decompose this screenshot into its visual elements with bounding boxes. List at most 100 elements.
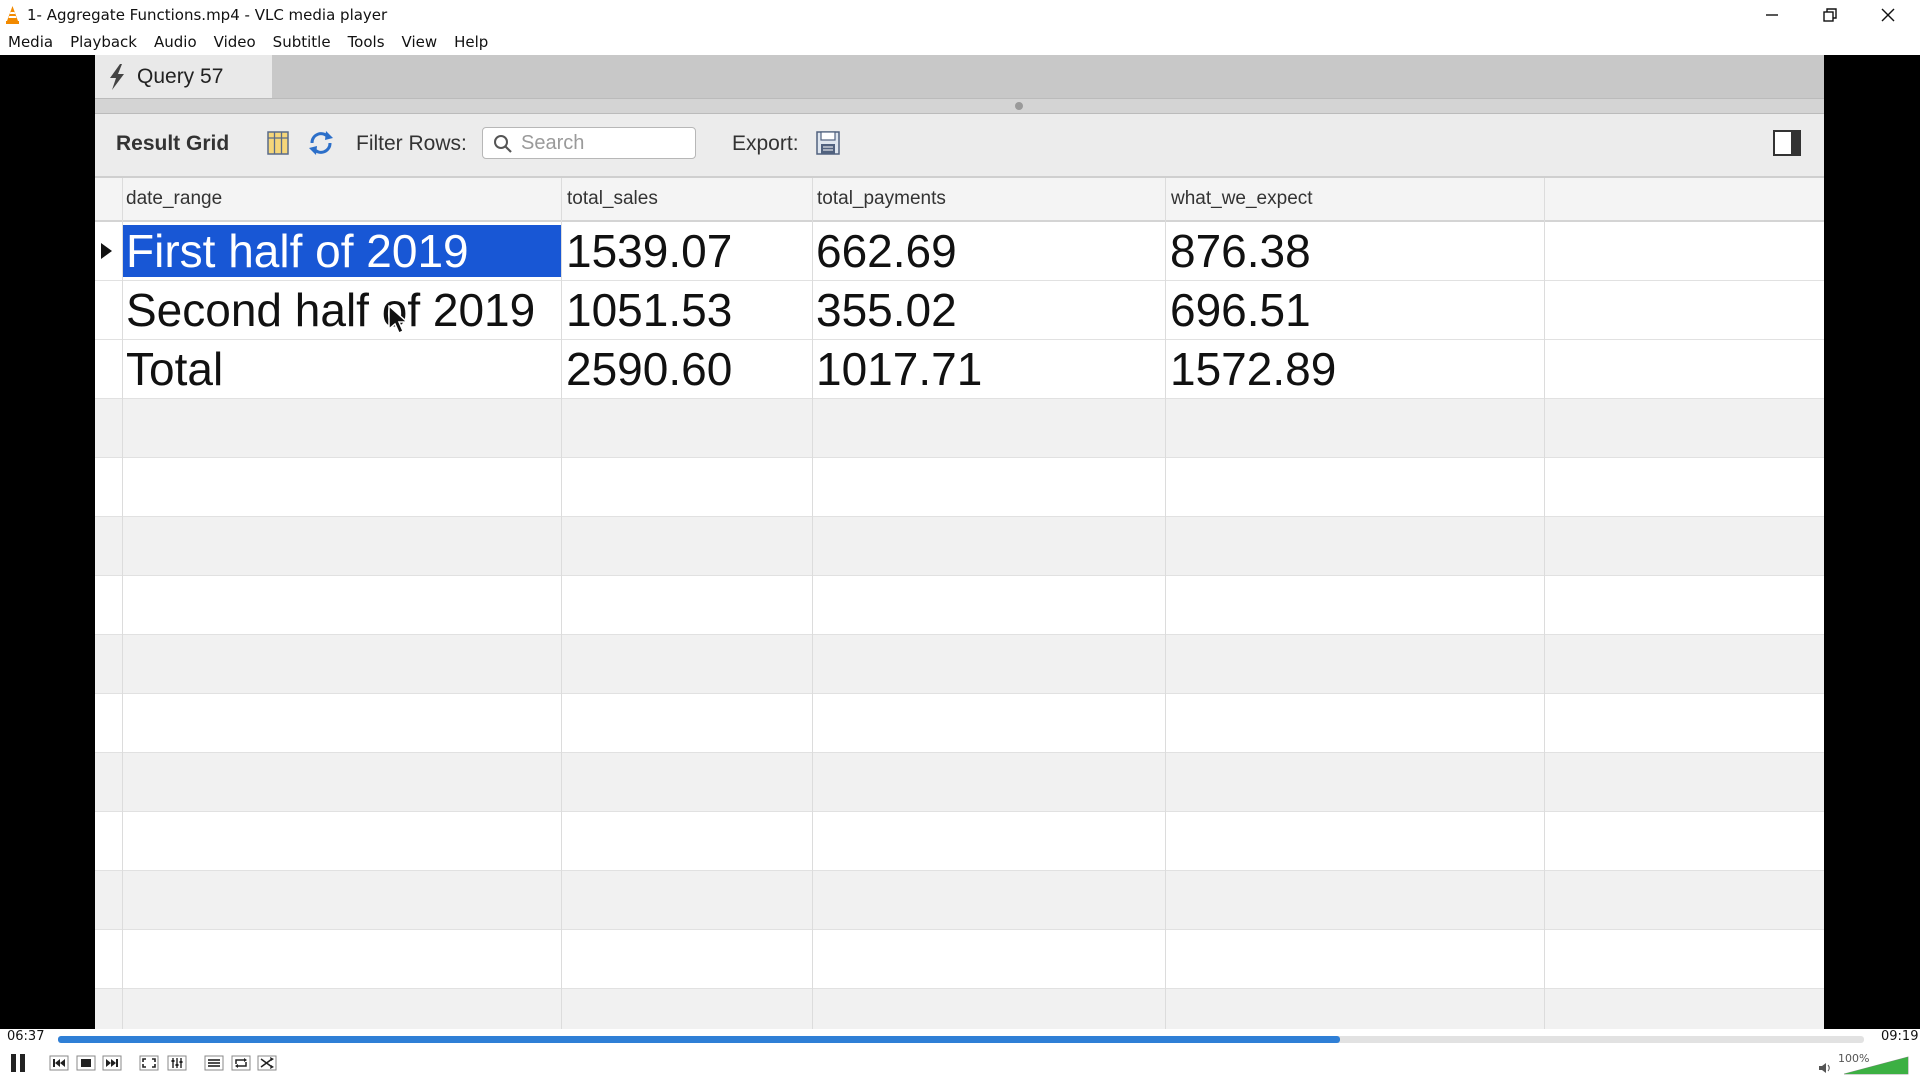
cell-total-sales[interactable]: 1539.07 (566, 225, 732, 277)
elapsed-time: 06:37 (7, 1029, 45, 1044)
table-row[interactable]: Second half of 2019 1051.53 355.02 696.51 (95, 281, 1824, 340)
splitter-handle (1015, 102, 1023, 110)
tab-query: Query 57 (95, 55, 272, 98)
empty-row (95, 576, 1824, 635)
next-icon (102, 1055, 122, 1071)
pause-button[interactable] (6, 1051, 30, 1075)
previous-button[interactable] (47, 1051, 71, 1075)
column-header-total-payments: total_payments (817, 188, 946, 209)
restore-icon (1823, 7, 1837, 22)
menu-playback[interactable]: Playback (70, 33, 137, 51)
column-divider (1165, 178, 1166, 1029)
cell-date-range[interactable]: First half of 2019 (123, 225, 561, 277)
row-gutter (95, 281, 122, 340)
result-grid: date_range total_sales total_payments wh… (95, 178, 1824, 1029)
loop-button[interactable] (229, 1051, 253, 1075)
cell-total-sales[interactable]: 1051.53 (566, 284, 732, 336)
empty-row (95, 694, 1824, 753)
row-gutter (95, 576, 122, 635)
pause-icon (11, 1054, 25, 1072)
seek-progress (58, 1036, 1341, 1043)
empty-row (95, 753, 1824, 812)
menu-view[interactable]: View (402, 33, 438, 51)
cell-what-we-expect[interactable]: 876.38 (1170, 225, 1311, 277)
row-gutter (95, 753, 122, 812)
current-row-arrow-icon (101, 243, 112, 259)
video-area[interactable]: Query 57 Result Grid Filter Rows: Search… (0, 55, 1920, 1029)
lightning-icon (110, 63, 124, 90)
total-duration: 09:19 (1881, 1029, 1919, 1044)
cell-total-payments[interactable]: 1017.71 (816, 343, 982, 395)
search-input (482, 127, 696, 159)
row-gutter (95, 694, 122, 753)
empty-row (95, 635, 1824, 694)
menu-help[interactable]: Help (454, 33, 488, 51)
stop-button[interactable] (74, 1051, 98, 1075)
restore-button[interactable] (1802, 0, 1858, 29)
export-icon (816, 131, 840, 155)
export-label: Export: (732, 132, 799, 155)
column-header-total-sales: total_sales (567, 188, 658, 209)
stop-icon (76, 1055, 96, 1071)
result-toolbar: Result Grid Filter Rows: Export: (95, 114, 1824, 178)
close-icon (1881, 8, 1895, 21)
title-bar: 1- Aggregate Functions.mp4 - VLC media p… (0, 0, 1920, 29)
next-button[interactable] (100, 1051, 124, 1075)
table-row[interactable]: Total 2590.60 1017.71 1572.89 (95, 340, 1824, 399)
cell-total-payments[interactable]: 662.69 (816, 225, 957, 277)
shuffle-icon (257, 1055, 277, 1071)
control-bar: 06:37 09:19 100% (0, 1029, 1920, 1080)
playlist-button[interactable] (202, 1051, 226, 1075)
menu-media[interactable]: Media (8, 33, 53, 51)
cell-date-range[interactable]: Second half of 2019 (126, 284, 535, 336)
empty-row (95, 989, 1824, 1029)
grid-header: date_range total_sales total_payments wh… (95, 178, 1824, 222)
row-gutter (95, 812, 122, 871)
search-icon (494, 135, 512, 153)
menu-audio[interactable]: Audio (154, 33, 197, 51)
previous-icon (49, 1055, 69, 1071)
query-tab-strip: Query 57 (95, 55, 1824, 98)
vlc-cone-icon (6, 6, 19, 24)
menu-subtitle[interactable]: Subtitle (273, 33, 331, 51)
cell-what-we-expect[interactable]: 696.51 (1170, 284, 1311, 336)
table-row[interactable]: First half of 2019 1539.07 662.69 876.38 (95, 222, 1824, 281)
volume-slider[interactable] (1844, 1056, 1910, 1075)
shuffle-button[interactable] (255, 1051, 279, 1075)
row-gutter (95, 989, 122, 1029)
menu-video[interactable]: Video (214, 33, 256, 51)
column-header-what-we-expect: what_we_expect (1171, 188, 1313, 209)
row-gutter (95, 399, 122, 458)
side-panel-toggle-icon (1773, 130, 1801, 156)
panel-splitter (95, 98, 1824, 114)
cell-total-sales[interactable]: 2590.60 (566, 343, 732, 395)
cell-date-range[interactable]: Total (126, 343, 223, 395)
result-grid-label: Result Grid (116, 132, 230, 155)
refresh-icon (309, 131, 333, 155)
row-gutter (95, 930, 122, 989)
speaker-icon (1819, 1063, 1830, 1073)
minimize-icon (1766, 13, 1778, 16)
menu-tools[interactable]: Tools (348, 33, 385, 51)
row-gutter (95, 517, 122, 576)
fullscreen-button[interactable] (137, 1051, 161, 1075)
cell-total-payments[interactable]: 355.02 (816, 284, 957, 336)
column-divider (812, 178, 813, 1029)
empty-row (95, 517, 1824, 576)
column-divider (561, 178, 562, 1029)
extended-settings-button[interactable] (165, 1051, 189, 1075)
seek-bar[interactable] (58, 1036, 1864, 1043)
loop-icon (231, 1055, 251, 1071)
filter-rows-label: Filter Rows: (356, 132, 467, 155)
empty-row (95, 812, 1824, 871)
row-gutter (95, 871, 122, 930)
window-title: 1- Aggregate Functions.mp4 - VLC media p… (27, 6, 388, 24)
volume-control[interactable]: 100% (1818, 1052, 1910, 1075)
column-divider (122, 178, 123, 1029)
column-divider (1544, 178, 1545, 1029)
cell-what-we-expect[interactable]: 1572.89 (1170, 343, 1336, 395)
close-button[interactable] (1860, 0, 1916, 29)
minimize-button[interactable] (1744, 0, 1800, 29)
menu-bar: Media Playback Audio Video Subtitle Tool… (0, 29, 1920, 55)
empty-row (95, 458, 1824, 517)
